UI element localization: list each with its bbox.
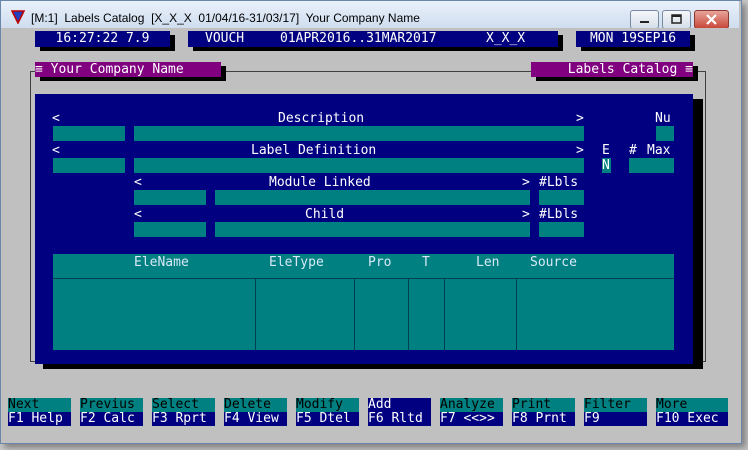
grid-header-elename: EleName: [134, 255, 189, 270]
grid-divider: [354, 279, 355, 350]
e-field[interactable]: N: [602, 158, 611, 173]
fkey-next-label: Next: [8, 398, 71, 412]
child-field[interactable]: [215, 222, 530, 237]
label-definition-label: Label Definition: [251, 143, 377, 158]
fkey-previous[interactable]: Previus F2 Calc: [80, 398, 143, 426]
grid-header-pro: Pro: [368, 255, 392, 270]
grid-divider: [444, 279, 445, 350]
fkey-f4-label: F4 View: [224, 412, 287, 426]
status-voucher: VOUCH: [205, 31, 245, 46]
grid-header: EleName EleType Pro T Len Source: [53, 254, 674, 278]
child-code-field[interactable]: [134, 222, 206, 237]
fkey-filter-label: Filter: [584, 398, 647, 412]
max-field[interactable]: [629, 158, 674, 173]
status-period: 01APR2016..31MAR2017: [280, 31, 437, 46]
label-definition-field[interactable]: [134, 158, 584, 173]
child-label: Child: [305, 207, 345, 222]
maximize-button[interactable]: [662, 10, 691, 29]
app-logo-icon: [11, 10, 25, 24]
module-linked-code-field[interactable]: [134, 190, 206, 205]
status-company-code: X_X_X: [486, 31, 526, 46]
child-lbls-label: #Lbls: [539, 207, 579, 222]
fkey-analyze-label: Analyze: [440, 398, 503, 412]
fkey-add-label: Add: [368, 398, 431, 412]
fkey-add[interactable]: Add F6 Rltd: [368, 398, 431, 426]
fkey-f6-label: F6 Rltd: [368, 412, 431, 426]
fkey-select[interactable]: Select F3 Rprt: [152, 398, 215, 426]
nu-field[interactable]: [656, 126, 674, 141]
nu-label: Nu: [655, 111, 671, 126]
child-lbls-field[interactable]: [539, 222, 584, 237]
label-definition-arrow-left: <: [52, 143, 60, 158]
module-linked-arrow-left: <: [134, 175, 142, 190]
fkey-delete-label: Delete: [224, 398, 287, 412]
close-button[interactable]: [694, 10, 729, 29]
status-vouch-bar: VOUCH 01APR2016..31MAR2017 X_X_X: [188, 31, 558, 47]
fkey-f8-label: F8 Prnt: [512, 412, 575, 426]
fkey-print[interactable]: Print F8 Prnt: [512, 398, 575, 426]
fkey-next[interactable]: Next F1 Help: [8, 398, 71, 426]
fkey-more-label: More: [656, 398, 728, 412]
company-name-tab: ≡ Your Company Name: [35, 62, 221, 77]
fkey-f1-label: F1 Help: [8, 412, 71, 426]
grid-divider: [516, 279, 517, 350]
module-linked-field[interactable]: [215, 190, 530, 205]
fkey-f3-label: F3 Rprt: [152, 412, 215, 426]
maximize-icon: [671, 14, 682, 24]
label-definition-code-field[interactable]: [53, 158, 125, 173]
fkey-f9-label: F9: [584, 412, 647, 426]
fkey-filter[interactable]: Filter F9: [584, 398, 647, 426]
status-date: MON 19SEP16: [576, 31, 690, 47]
fkey-print-label: Print: [512, 398, 575, 412]
close-icon: [706, 14, 717, 25]
module-linked-arrow-right: >: [522, 175, 530, 190]
fkey-delete[interactable]: Delete F4 View: [224, 398, 287, 426]
grid-header-eletype: EleType: [269, 255, 324, 270]
grid-header-t: T: [422, 255, 430, 270]
fkey-f10-label: F10 Exec: [656, 412, 728, 426]
fkey-f7-label: F7 <<>>: [440, 412, 503, 426]
description-code-field[interactable]: [53, 126, 125, 141]
grid-header-source: Source: [530, 255, 577, 270]
e-label: E: [602, 143, 610, 158]
module-lbls-field[interactable]: [539, 190, 584, 205]
fkey-analyze[interactable]: Analyze F7 <<>>: [440, 398, 503, 426]
window-title: [M:1] Labels Catalog [X_X_X 01/04/16-31/…: [31, 11, 420, 25]
max-label: Max: [647, 143, 671, 158]
grid-body[interactable]: [53, 278, 674, 350]
fkey-modify-label: Modify: [296, 398, 359, 412]
function-key-bar: Next F1 Help Previus F2 Calc Select F3 R…: [8, 398, 730, 430]
fkey-f5-label: F5 Dtel: [296, 412, 359, 426]
hash-label: #: [629, 143, 637, 158]
minimize-button[interactable]: [630, 10, 659, 29]
fkey-f2-label: F2 Calc: [80, 412, 143, 426]
label-definition-arrow-right: >: [576, 143, 584, 158]
description-label: Description: [278, 111, 365, 126]
module-linked-label: Module Linked: [269, 175, 371, 190]
title-bar[interactable]: [M:1] Labels Catalog [X_X_X 01/04/16-31/…: [1, 1, 739, 29]
module-lbls-label: #Lbls: [539, 175, 579, 190]
fkey-more[interactable]: More F10 Exec: [656, 398, 728, 426]
minimize-icon: [640, 21, 649, 23]
description-field[interactable]: [134, 126, 584, 141]
grid-divider: [408, 279, 409, 350]
fkey-select-label: Select: [152, 398, 215, 412]
status-time-version: 16:27:22 7.9: [35, 31, 170, 47]
description-arrow-left: <: [52, 111, 60, 126]
module-title-tab: Labels Catalog ≡: [531, 62, 693, 77]
grid-divider: [255, 279, 256, 350]
description-arrow-right: >: [576, 111, 584, 126]
form-panel: < Description > Nu < Label Definition > …: [35, 94, 693, 364]
child-arrow-left: <: [134, 207, 142, 222]
fkey-previous-label: Previus: [80, 398, 143, 412]
grid-header-len: Len: [476, 255, 500, 270]
fkey-modify[interactable]: Modify F5 Dtel: [296, 398, 359, 426]
child-arrow-right: >: [522, 207, 530, 222]
